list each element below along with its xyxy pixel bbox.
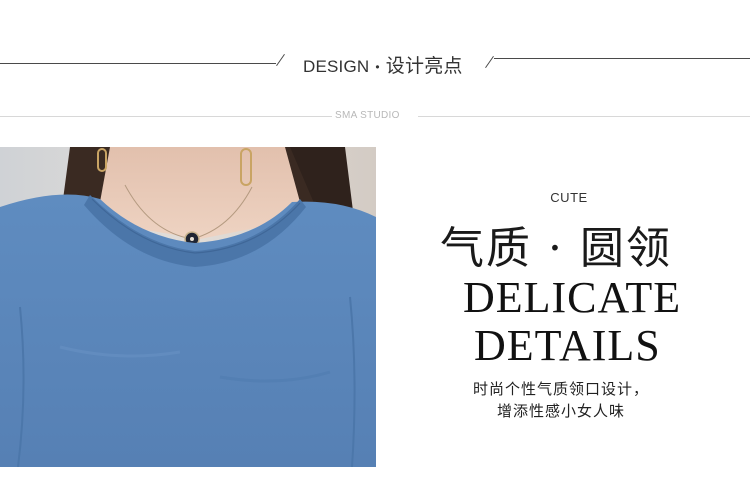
headline-en-line2: DETAILS <box>474 321 661 370</box>
section-title-cn: 设计亮点 <box>385 55 463 77</box>
studio-label: SMA STUDIO <box>335 110 400 121</box>
header-rule-left <box>0 63 276 64</box>
header-slash-left <box>276 53 285 67</box>
header-rule-right <box>494 58 750 59</box>
product-photo <box>0 147 376 467</box>
headline-cn: 气质 · 圆领 <box>440 223 672 274</box>
description-line2: 增添性感小女人味 <box>497 402 626 420</box>
header-slash-right <box>485 55 494 69</box>
headline-en-line1: DELICATE <box>463 273 682 322</box>
section-title-en: DESIGN <box>303 57 370 76</box>
studio-rule-left <box>0 116 332 117</box>
section-title: DESIGN • 设计亮点 <box>303 51 463 78</box>
studio-rule-right <box>418 116 750 117</box>
title-separator: • <box>375 60 380 74</box>
description-line1: 时尚个性气质领口设计， <box>473 380 650 398</box>
cute-label: CUTE <box>550 190 588 205</box>
